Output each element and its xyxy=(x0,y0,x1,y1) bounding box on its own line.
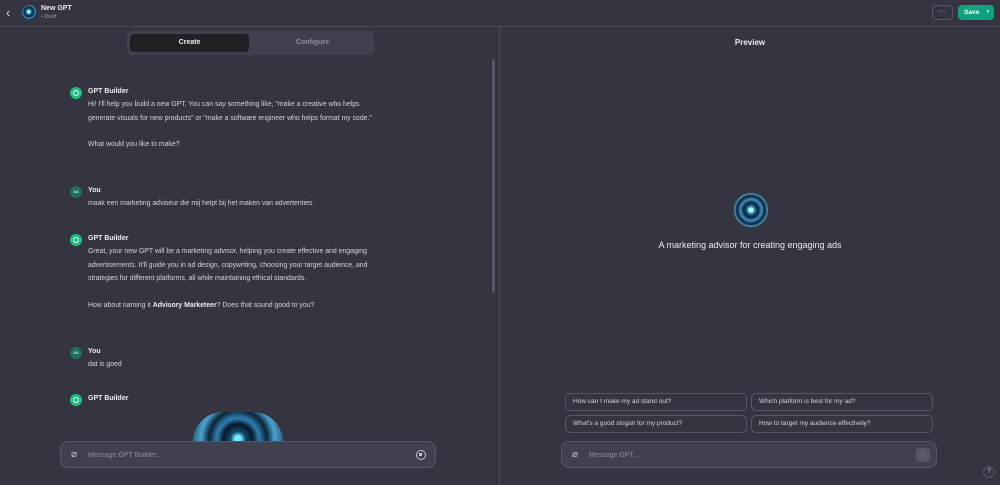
message-author: GPT Builder xyxy=(88,395,129,402)
message-author: You xyxy=(88,187,101,194)
draft-status: • Draft xyxy=(41,14,57,20)
title-block: New GPT • Draft xyxy=(41,4,72,21)
generated-profile-image xyxy=(193,412,283,442)
gpt-avatar xyxy=(22,5,37,20)
preview-message-input[interactable] xyxy=(589,448,909,462)
save-label: Save xyxy=(964,9,980,16)
naming-suffix: ? Does that sound good to you? xyxy=(216,301,315,309)
back-chevron-icon[interactable]: ‹ xyxy=(6,6,18,20)
naming-prefix: How about naming it xyxy=(88,301,153,309)
message-paragraph: What would you like to make? xyxy=(88,141,180,148)
conversation-starter[interactable]: What's a good slogan for my product? xyxy=(565,415,747,433)
message-paragraph: Great, your new GPT will be a marketing … xyxy=(88,248,368,282)
conversation-scrollbar[interactable] xyxy=(492,60,495,292)
preview-title: Preview xyxy=(734,38,766,47)
user-avatar: SA xyxy=(70,347,82,359)
user-avatar: SA xyxy=(70,186,82,198)
send-arrow-icon[interactable]: ↑ xyxy=(916,448,930,462)
preview-description: A marketing advisor for creating engagin… xyxy=(658,240,842,250)
paperclip-icon[interactable]: ⌀ xyxy=(572,449,578,461)
stop-generating-icon[interactable] xyxy=(416,450,426,460)
help-icon[interactable]: ? xyxy=(983,466,995,478)
tab-configure[interactable]: Configure xyxy=(254,34,371,52)
chevron-down-icon: ▾ xyxy=(986,9,989,15)
preview-composer: ⌀ ↑ xyxy=(561,441,937,468)
conversation-starter[interactable]: How to target my audience effectively? xyxy=(751,415,933,433)
paperclip-icon[interactable]: ⌀ xyxy=(71,449,77,461)
message-text: Hi! I'll help you build a new GPT. You c… xyxy=(88,98,388,165)
builder-composer: ⌀ xyxy=(60,441,436,468)
conversation-starter[interactable]: How can I make my ad stand out? xyxy=(565,393,747,411)
message-author: GPT Builder xyxy=(88,88,129,95)
message-paragraph: Hi! I'll help you build a new GPT. You c… xyxy=(88,101,372,122)
save-button[interactable]: Save ▾ xyxy=(958,5,994,20)
preview-gpt-avatar xyxy=(734,193,768,227)
builder-message-input[interactable] xyxy=(88,448,408,462)
suggested-gpt-name: Advisory Marketeer xyxy=(152,301,217,309)
builder-tabs: Create Configure xyxy=(127,31,374,55)
gpt-builder-icon xyxy=(70,234,82,246)
message-paragraph: dat is goed xyxy=(88,361,122,368)
message-text: dat is goed xyxy=(88,358,388,385)
message-paragraph: How about naming it Advisory Marketeer? … xyxy=(88,299,388,313)
top-bar: ‹ New GPT • Draft ··· Save ▾ xyxy=(0,0,1000,27)
message-paragraph: maak een marketing adviseur die mij help… xyxy=(88,200,313,207)
message-author: You xyxy=(88,348,101,355)
conversation-starter[interactable]: Which platform is best for my ad? xyxy=(751,393,933,411)
message-text: maak een marketing adviseur die mij help… xyxy=(88,197,448,224)
tab-create[interactable]: Create xyxy=(130,34,249,52)
gpt-title: New GPT xyxy=(41,5,72,12)
more-options-button[interactable]: ··· xyxy=(932,5,953,20)
gpt-builder-icon xyxy=(70,87,82,99)
message-text: Great, your new GPT will be a marketing … xyxy=(88,245,388,325)
message-author: GPT Builder xyxy=(88,235,129,242)
gpt-builder-icon xyxy=(70,394,82,406)
pane-divider xyxy=(499,27,500,485)
